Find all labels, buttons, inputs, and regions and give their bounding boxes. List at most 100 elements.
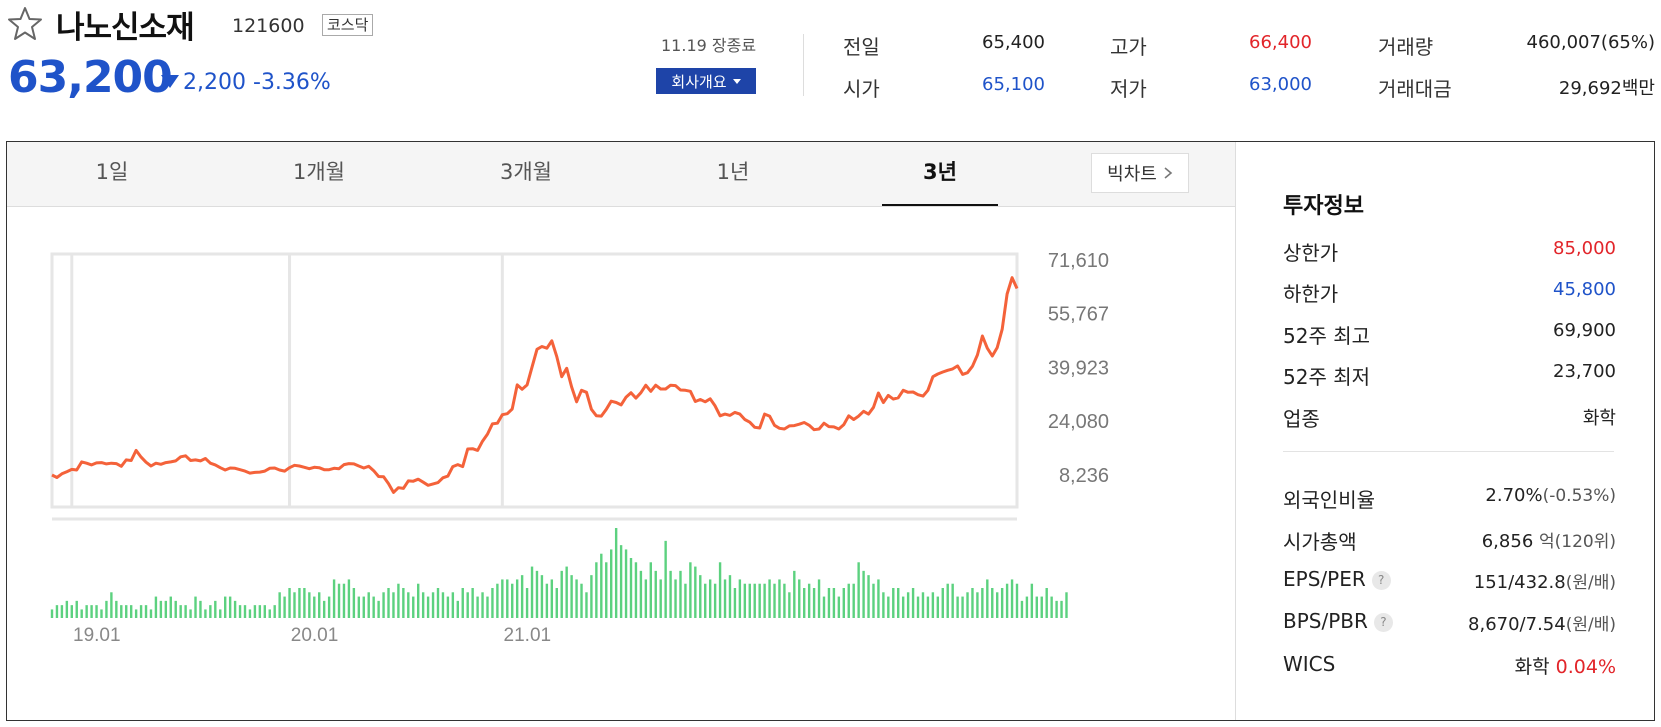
volume-bar xyxy=(327,596,331,618)
volume-bar xyxy=(347,579,351,618)
volume-bar xyxy=(956,596,959,618)
volume-bar xyxy=(159,600,163,618)
volume-bar xyxy=(991,588,994,618)
volume-bar xyxy=(906,592,910,618)
volume-bar xyxy=(342,583,346,618)
volume-bar xyxy=(1000,588,1004,618)
volume-bar xyxy=(392,592,395,618)
volume-bar xyxy=(253,605,257,618)
price-chart: 19.01 20.01 21.01 71,610 55,767 39,923 24,080 8… xyxy=(50,250,1109,646)
volume-bar xyxy=(654,570,657,618)
volume-bar xyxy=(768,579,771,618)
volume-bar xyxy=(248,609,252,618)
volume-bar xyxy=(892,588,895,618)
volume-bar xyxy=(798,579,801,618)
market-cap-number: 6,856 xyxy=(1481,531,1534,552)
volume-bar xyxy=(763,583,766,618)
tab-1-month[interactable]: 1개월 xyxy=(219,156,419,186)
y-tick-label: 39,923 xyxy=(1048,358,1109,380)
tab-1-day[interactable]: 1일 xyxy=(12,156,212,186)
summary-value: 29,692백만 xyxy=(1558,78,1655,99)
volume-bar xyxy=(852,583,855,618)
invest-value: 화학 xyxy=(1582,408,1616,429)
volume-bar xyxy=(986,579,989,618)
volume-bar xyxy=(154,596,158,618)
volume-bar xyxy=(649,562,652,618)
volume-bar xyxy=(659,579,662,618)
summary-value: 460,007(65%) xyxy=(1526,32,1656,53)
x-tick-label: 21.01 xyxy=(504,625,552,646)
eps-per-unit: (원/배) xyxy=(1565,573,1616,593)
volume-bar xyxy=(946,583,949,618)
volume-bar xyxy=(704,583,707,618)
volume-bar xyxy=(194,596,197,618)
investment-info-title: 투자정보 xyxy=(1283,194,1364,219)
favorite-star-icon[interactable] xyxy=(6,5,44,43)
tab-1-year[interactable]: 1년 xyxy=(633,156,833,186)
summary-label: 시가 xyxy=(843,77,880,101)
x-tick-label: 19.01 xyxy=(73,625,121,646)
invest-label: 52주 최저 xyxy=(1283,365,1371,389)
summary-value: 66,400 xyxy=(1249,32,1312,53)
volume-bar xyxy=(931,592,935,618)
volume-bar xyxy=(219,609,222,618)
volume-bar xyxy=(451,592,455,618)
volume-bar xyxy=(303,588,306,618)
market-badge: 코스닥 xyxy=(322,14,374,36)
volume-bar xyxy=(313,596,316,618)
tab-3-year[interactable]: 3년 xyxy=(840,156,1040,186)
volume-bar xyxy=(590,575,593,618)
volume-bar xyxy=(1045,588,1048,618)
tab-3-month[interactable]: 3개월 xyxy=(426,156,626,186)
volume-bar xyxy=(501,579,504,618)
volume-bar xyxy=(149,609,153,618)
volume-bar xyxy=(60,605,64,618)
invest-label: 52주 최고 xyxy=(1283,324,1371,348)
volume-bar xyxy=(728,575,732,618)
volume-bar xyxy=(689,562,692,618)
volume-bar xyxy=(50,609,54,618)
volume-bar xyxy=(55,605,59,618)
volume-bar xyxy=(506,579,509,618)
volume-bar xyxy=(872,583,875,618)
market-cap-unit: 억 xyxy=(1539,532,1555,552)
volume-bar xyxy=(164,600,168,618)
volume-bar xyxy=(110,592,113,618)
invest-label: 상한가 xyxy=(1283,241,1339,265)
volume-bar xyxy=(570,575,573,618)
big-chart-button[interactable]: 빅차트 xyxy=(1091,153,1189,193)
volume-bar xyxy=(842,588,845,618)
volume-bar xyxy=(1060,600,1063,618)
volume-bar xyxy=(867,575,870,618)
volume-bar xyxy=(669,570,672,618)
invest-divider xyxy=(1283,451,1614,452)
volume-bar xyxy=(614,528,618,618)
price-plot-area xyxy=(50,252,1019,509)
help-icon[interactable]: ? xyxy=(1373,613,1393,632)
help-icon[interactable]: ? xyxy=(1371,571,1391,590)
bps-pbr-unit: (원/배) xyxy=(1565,615,1616,635)
current-price: 63,200 xyxy=(8,52,173,103)
volume-bar xyxy=(520,575,524,618)
volume-bar xyxy=(961,596,964,618)
volume-bar xyxy=(684,583,687,618)
volume-bar xyxy=(565,566,568,618)
wics-value: 화학 0.04% xyxy=(1515,652,1616,679)
volume-bar xyxy=(708,579,712,618)
volume-bar xyxy=(1020,600,1024,618)
volume-bar xyxy=(862,570,865,618)
summary-label: 고가 xyxy=(1110,35,1147,59)
volume-bar xyxy=(694,566,697,618)
volume-bar xyxy=(105,600,108,618)
market-date-status: 11.19 장종료 xyxy=(661,36,757,55)
volume-bar xyxy=(1025,596,1029,618)
volume-bar xyxy=(624,549,628,618)
bps-pbr-text: BPS/PBR xyxy=(1283,609,1368,633)
volume-bar xyxy=(441,592,445,618)
volume-bar xyxy=(283,596,286,618)
volume-bar xyxy=(664,540,667,618)
company-overview-button[interactable]: 회사개요 xyxy=(656,68,756,94)
volume-bar xyxy=(857,562,860,618)
volume-bar xyxy=(803,588,806,618)
volume-bar xyxy=(733,588,737,618)
